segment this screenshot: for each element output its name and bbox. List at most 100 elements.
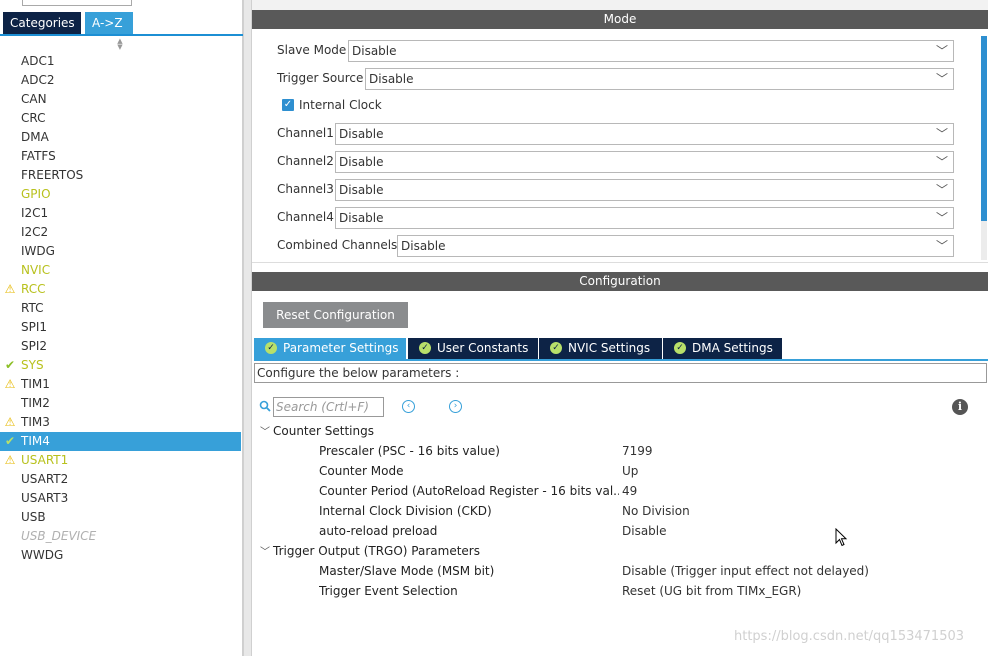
- tab-user-constants[interactable]: ✓ User Constants: [408, 338, 539, 360]
- param-value[interactable]: Reset (UG bit from TIMx_EGR): [622, 581, 801, 601]
- slave-mode-select[interactable]: Disable ﹀: [348, 40, 954, 62]
- peripheral-label: TIM4: [21, 434, 50, 448]
- group-trigger-output[interactable]: ﹀ Trigger Output (TRGO) Parameters: [260, 542, 480, 560]
- info-icon[interactable]: i: [952, 399, 968, 415]
- check-circle-icon: ✓: [265, 342, 277, 354]
- peripheral-item[interactable]: FATFS: [0, 147, 243, 166]
- peripheral-item-selected[interactable]: ✔ TIM4: [0, 432, 241, 451]
- reset-configuration-button[interactable]: Reset Configuration: [263, 302, 408, 328]
- peripheral-item[interactable]: ⚠ RCC: [0, 280, 243, 299]
- peripheral-item[interactable]: USART2: [0, 470, 243, 489]
- peripheral-item[interactable]: NVIC: [0, 261, 243, 280]
- peripheral-label: SPI2: [21, 339, 48, 353]
- tab-dma-settings[interactable]: ✓ DMA Settings: [663, 338, 783, 360]
- peripheral-item[interactable]: CAN: [0, 90, 243, 109]
- peripheral-item[interactable]: ⚠ TIM3: [0, 413, 243, 432]
- peripheral-label: WWDG: [21, 548, 64, 562]
- peripheral-label: I2C2: [21, 225, 49, 239]
- select-value: Disable: [339, 155, 384, 169]
- peripheral-item[interactable]: RTC: [0, 299, 243, 318]
- description-box: Configure the below parameters :: [254, 363, 987, 383]
- peripheral-label: CAN: [21, 92, 47, 106]
- param-value[interactable]: 49: [622, 481, 637, 501]
- previous-match-button[interactable]: ‹: [402, 400, 415, 413]
- peripheral-label: IWDG: [21, 244, 55, 258]
- peripheral-item[interactable]: SPI1: [0, 318, 243, 337]
- configuration-header: Configuration: [252, 272, 988, 291]
- peripheral-item[interactable]: USB_DEVICE: [0, 527, 243, 546]
- tab-label: User Constants: [437, 341, 529, 355]
- param-value[interactable]: Disable: [622, 521, 667, 541]
- peripheral-item[interactable]: SPI2: [0, 337, 243, 356]
- peripheral-label: FREERTOS: [21, 168, 84, 182]
- param-name: Prescaler (PSC - 16 bits value): [319, 444, 500, 458]
- combined-channels-label: Combined Channels: [277, 238, 398, 252]
- group-counter-settings[interactable]: ﹀ Counter Settings: [260, 422, 374, 440]
- sort-arrows-icon[interactable]: ▲ ▼: [115, 38, 125, 51]
- peripheral-item[interactable]: USART3: [0, 489, 243, 508]
- select-value: Disable: [339, 211, 384, 225]
- peripheral-label: USART2: [21, 472, 69, 486]
- tab-categories[interactable]: Categories: [3, 12, 81, 34]
- peripheral-item[interactable]: IWDG: [0, 242, 243, 261]
- param-name: Counter Period (AutoReload Register - 16…: [319, 484, 619, 498]
- peripheral-label: TIM3: [21, 415, 50, 429]
- chevron-down-icon: ﹀: [935, 44, 948, 58]
- tab-nvic-settings[interactable]: ✓ NVIC Settings: [539, 338, 663, 360]
- combined-channels-select[interactable]: Disable ﹀: [397, 235, 954, 257]
- peripheral-item[interactable]: ADC2: [0, 71, 243, 90]
- channel2-select[interactable]: Disable ﹀: [335, 151, 954, 173]
- chevron-down-icon: ﹀: [935, 211, 948, 225]
- param-value[interactable]: No Division: [622, 501, 690, 521]
- peripheral-item[interactable]: CRC: [0, 109, 243, 128]
- peripheral-label: I2C1: [21, 206, 49, 220]
- peripheral-item[interactable]: ✔ SYS: [0, 356, 243, 375]
- peripheral-search-input[interactable]: [22, 0, 132, 6]
- channel3-select[interactable]: Disable ﹀: [335, 179, 954, 201]
- peripheral-item[interactable]: TIM2: [0, 394, 243, 413]
- chevron-down-icon: ﹀: [935, 183, 948, 197]
- trigger-source-select[interactable]: Disable ﹀: [365, 68, 954, 90]
- select-value: Disable: [369, 72, 414, 86]
- tab-label: NVIC Settings: [568, 341, 651, 355]
- tab-parameter-settings[interactable]: ✓ Parameter Settings: [254, 338, 407, 360]
- mode-panel: Slave Mode Disable ﹀ Trigger Source Disa…: [252, 29, 988, 263]
- tab-a-to-z[interactable]: A->Z: [85, 12, 133, 34]
- check-icon: ✔: [4, 434, 16, 448]
- peripheral-item[interactable]: FREERTOS: [0, 166, 243, 185]
- slave-mode-label: Slave Mode: [277, 43, 347, 57]
- peripheral-item[interactable]: USB: [0, 508, 243, 527]
- mode-scrollbar[interactable]: [981, 36, 987, 260]
- chevron-down-icon: ﹀: [935, 239, 948, 253]
- channel4-select[interactable]: Disable ﹀: [335, 207, 954, 229]
- panel-splitter[interactable]: [243, 0, 252, 656]
- select-value: Disable: [352, 44, 397, 58]
- mode-header: Mode: [252, 10, 988, 29]
- internal-clock-checkbox[interactable]: ✓: [282, 99, 294, 111]
- peripheral-item[interactable]: GPIO: [0, 185, 243, 204]
- warning-icon: ⚠: [4, 415, 16, 429]
- group-title: Counter Settings: [273, 424, 374, 438]
- param-value[interactable]: 7199: [622, 441, 653, 461]
- internal-clock-label: Internal Clock: [299, 98, 382, 112]
- peripheral-item[interactable]: ADC1: [0, 52, 243, 71]
- channel1-select[interactable]: Disable ﹀: [335, 123, 954, 145]
- peripheral-label: RTC: [21, 301, 44, 315]
- peripheral-item[interactable]: DMA: [0, 128, 243, 147]
- next-match-button[interactable]: ›: [449, 400, 462, 413]
- watermark: https://blog.csdn.net/qq153471503: [734, 629, 965, 644]
- peripheral-item[interactable]: I2C2: [0, 223, 243, 242]
- peripheral-item[interactable]: WWDG: [0, 546, 243, 565]
- peripheral-item[interactable]: ⚠ TIM1: [0, 375, 243, 394]
- peripheral-item[interactable]: I2C1: [0, 204, 243, 223]
- peripheral-label: USB: [21, 510, 46, 524]
- check-circle-icon: ✓: [674, 342, 686, 354]
- param-name: Counter Mode: [319, 464, 404, 478]
- check-circle-icon: ✓: [419, 342, 431, 354]
- param-value[interactable]: Up: [622, 461, 638, 481]
- param-value[interactable]: Disable (Trigger input effect not delaye…: [622, 561, 869, 581]
- mode-scrollbar-thumb[interactable]: [981, 36, 987, 221]
- peripheral-label: GPIO: [21, 187, 51, 201]
- parameter-search-input[interactable]: Search (Crtl+F): [273, 397, 384, 417]
- peripheral-item[interactable]: ⚠ USART1: [0, 451, 243, 470]
